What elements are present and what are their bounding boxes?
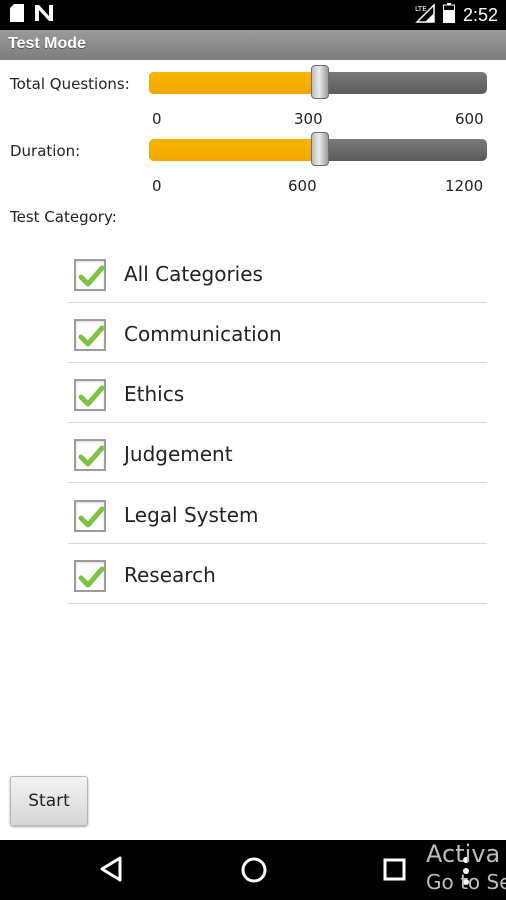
back-icon[interactable] bbox=[98, 854, 124, 889]
title-bar: Test Mode bbox=[0, 30, 506, 60]
duration-slider[interactable] bbox=[149, 132, 487, 166]
slider-thumb[interactable] bbox=[311, 65, 329, 99]
category-label: Judgement bbox=[124, 442, 233, 466]
slider-thumb[interactable] bbox=[311, 132, 329, 166]
status-bar: LTE 2:52 bbox=[0, 0, 506, 30]
category-item-ethics[interactable]: Ethics bbox=[68, 362, 487, 423]
watermark-line-2: Go to Se bbox=[426, 870, 506, 894]
category-label: Research bbox=[124, 563, 216, 587]
duration-mid: 600 bbox=[288, 177, 317, 195]
total-questions-max: 600 bbox=[455, 110, 484, 128]
slider-fill bbox=[149, 72, 320, 94]
checkmark-icon bbox=[78, 566, 104, 588]
duration-min: 0 bbox=[152, 177, 162, 195]
checkbox[interactable] bbox=[74, 560, 106, 592]
total-questions-slider[interactable] bbox=[149, 65, 487, 99]
checkmark-icon bbox=[78, 445, 104, 467]
start-button[interactable]: Start bbox=[10, 776, 88, 826]
checkmark-icon bbox=[78, 506, 104, 528]
n-notification-icon bbox=[34, 4, 54, 27]
category-item-legal-system[interactable]: Legal System bbox=[68, 483, 487, 544]
category-label: All Categories bbox=[124, 262, 263, 286]
activation-watermark: Activa Go to Se bbox=[426, 840, 506, 896]
checkbox[interactable] bbox=[74, 439, 106, 471]
category-label: Communication bbox=[124, 322, 282, 346]
total-questions-min: 0 bbox=[152, 110, 162, 128]
total-questions-mid: 300 bbox=[294, 110, 323, 128]
category-item-communication[interactable]: Communication bbox=[68, 302, 487, 363]
category-item-research[interactable]: Research bbox=[68, 543, 487, 604]
checkmark-icon bbox=[78, 385, 104, 407]
category-item-judgement[interactable]: Judgement bbox=[68, 422, 487, 483]
status-time: 2:52 bbox=[462, 5, 498, 25]
duration-max: 1200 bbox=[445, 177, 484, 195]
category-item-all-categories[interactable]: All Categories bbox=[68, 242, 487, 303]
checkbox[interactable] bbox=[74, 259, 106, 291]
watermark-line-1: Activa bbox=[426, 840, 501, 868]
checkbox[interactable] bbox=[74, 379, 106, 411]
checkmark-icon bbox=[78, 325, 104, 347]
category-label: Ethics bbox=[124, 382, 185, 406]
slider-fill bbox=[149, 139, 320, 161]
battery-icon bbox=[442, 3, 455, 28]
test-category-label: Test Category: bbox=[10, 208, 117, 226]
checkbox[interactable] bbox=[74, 500, 106, 532]
lte-signal-icon: LTE bbox=[415, 3, 435, 28]
checkmark-icon bbox=[78, 265, 104, 287]
total-questions-label: Total Questions: bbox=[10, 75, 130, 93]
home-icon[interactable] bbox=[240, 856, 268, 889]
sd-card-icon bbox=[10, 4, 24, 27]
duration-label: Duration: bbox=[10, 142, 81, 160]
page-title: Test Mode bbox=[8, 35, 86, 52]
svg-text:LTE: LTE bbox=[415, 5, 427, 13]
recents-icon[interactable] bbox=[383, 858, 407, 887]
category-label: Legal System bbox=[124, 503, 259, 527]
checkbox[interactable] bbox=[74, 319, 106, 351]
